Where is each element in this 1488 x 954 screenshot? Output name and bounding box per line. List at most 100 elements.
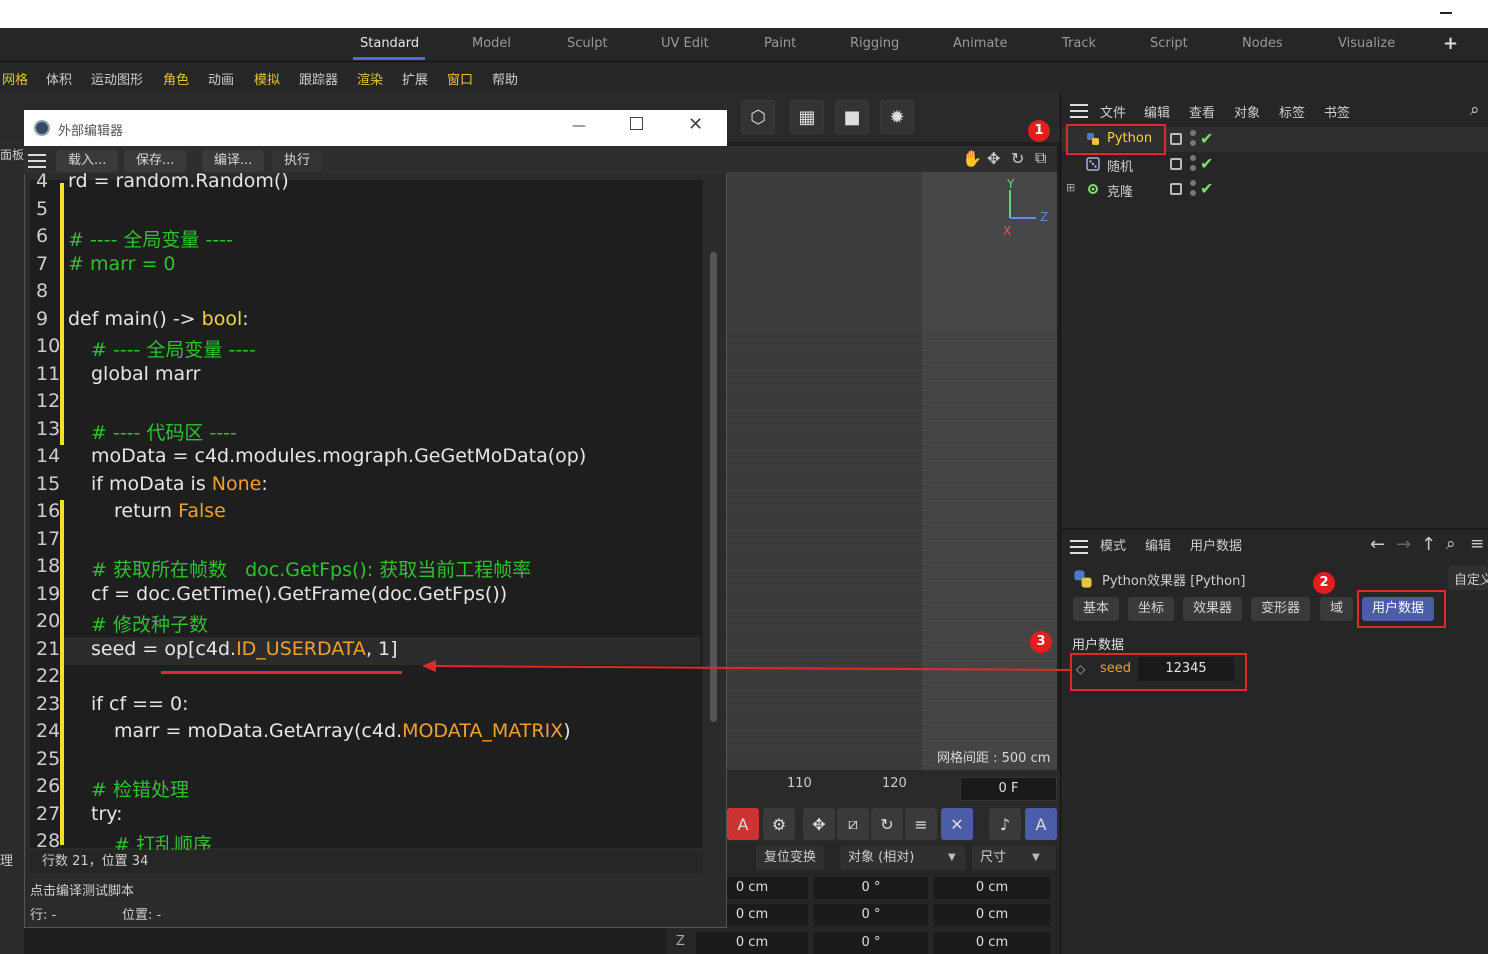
menu-help[interactable]: 帮助	[492, 69, 518, 88]
menu-render[interactable]: 渲染	[357, 69, 383, 88]
edit-visibility-icon[interactable]	[1170, 133, 1182, 145]
om-menu-bookmarks[interactable]: 书签	[1324, 102, 1350, 121]
attr-tab-basic[interactable]: 基本	[1073, 597, 1120, 621]
settings-gear-icon[interactable]: ⚙	[763, 808, 795, 840]
layout-tab-bar: Standard Model Sculpt UV Edit Paint Rigg…	[0, 28, 1488, 62]
attr-menu-userdata[interactable]: 用户数据	[1190, 535, 1242, 554]
menu-extensions[interactable]: 扩展	[402, 69, 428, 88]
tab-track[interactable]: Track	[1062, 36, 1096, 51]
position-z-field[interactable]: 0 cm	[696, 932, 808, 954]
rotate-key-icon[interactable]: ↻	[871, 808, 903, 840]
scale-key-icon[interactable]: ⧄	[837, 808, 869, 840]
search-icon[interactable]: ⌕	[1446, 534, 1456, 554]
rotation-b-field[interactable]: 0 °	[814, 932, 928, 954]
add-layout-icon[interactable]: +	[1443, 33, 1458, 54]
maximize-view-icon[interactable]: ⧉	[1035, 148, 1046, 168]
custom-button[interactable]: 自定义	[1448, 566, 1488, 590]
save-button[interactable]: 保存...	[124, 150, 187, 172]
reset-transform-button[interactable]: 复位变换	[756, 846, 825, 870]
line-number: 28	[36, 830, 61, 852]
om-menu-view[interactable]: 查看	[1189, 102, 1215, 121]
om-menu-tags[interactable]: 标签	[1279, 102, 1305, 121]
edit-visibility-icon[interactable]	[1170, 183, 1182, 195]
pan-icon[interactable]: ✋	[962, 149, 982, 168]
enabled-check-icon[interactable]: ✔	[1200, 154, 1213, 173]
timeline-tick-120: 120	[882, 776, 907, 791]
enabled-check-icon[interactable]: ✔	[1200, 129, 1213, 148]
object-row-cloner[interactable]: ⊞ 克隆 ✔	[1062, 177, 1488, 202]
minimize-icon[interactable]	[1440, 12, 1452, 14]
param-key-icon[interactable]: ≡	[905, 808, 937, 840]
filter-icon[interactable]: ≡	[1470, 534, 1484, 554]
line-number: 23	[36, 692, 61, 715]
size-y-field[interactable]: 0 cm	[934, 904, 1050, 926]
menu-simulate[interactable]: 模拟	[254, 69, 280, 88]
maximize-icon[interactable]	[630, 117, 643, 130]
attr-tab-coord[interactable]: 坐标	[1128, 597, 1175, 621]
rotation-h-field[interactable]: 0 °	[814, 877, 928, 899]
attr-menu-mode[interactable]: 模式	[1100, 535, 1126, 554]
size-mode-select[interactable]: 尺寸	[972, 846, 1056, 870]
expand-icon[interactable]: ⊞	[1066, 181, 1075, 194]
enabled-check-icon[interactable]: ✔	[1200, 179, 1213, 198]
visibility-dots-icon[interactable]	[1190, 180, 1196, 198]
visibility-dots-icon[interactable]	[1190, 155, 1196, 173]
tab-rigging[interactable]: Rigging	[850, 36, 899, 51]
deformer-icon[interactable]: ⬡	[741, 100, 775, 134]
up-arrow-icon[interactable]: ↑	[1421, 534, 1436, 555]
object-row-random[interactable]: 随机 ✔	[1062, 152, 1488, 177]
tab-model[interactable]: Model	[472, 36, 511, 51]
current-frame-field[interactable]: 0 F	[960, 777, 1057, 801]
size-x-field[interactable]: 0 cm	[934, 877, 1050, 899]
move-view-icon[interactable]: ✥	[987, 149, 1000, 168]
tab-script[interactable]: Script	[1150, 36, 1188, 51]
forward-arrow-icon[interactable]: →	[1396, 534, 1411, 555]
minimize-icon[interactable]: —	[572, 118, 586, 134]
size-z-field[interactable]: 0 cm	[934, 932, 1050, 954]
tab-standard[interactable]: Standard	[360, 36, 419, 51]
menu-volume[interactable]: 体积	[46, 69, 72, 88]
rotate-view-icon[interactable]: ↻	[1011, 149, 1024, 168]
back-arrow-icon[interactable]: ←	[1370, 534, 1385, 555]
close-icon[interactable]: ✕	[688, 114, 703, 135]
rotation-p-field[interactable]: 0 °	[814, 904, 928, 926]
load-button[interactable]: 载入...	[56, 150, 119, 172]
tab-nodes[interactable]: Nodes	[1242, 36, 1283, 51]
hamburger-menu-icon[interactable]	[28, 154, 46, 168]
attr-tab-deformer[interactable]: 变形器	[1251, 597, 1311, 621]
menu-character[interactable]: 角色	[163, 69, 189, 88]
compile-button[interactable]: 编译...	[202, 150, 265, 172]
search-icon[interactable]: ⌕	[1470, 100, 1480, 120]
tab-animate[interactable]: Animate	[953, 36, 1007, 51]
light-icon[interactable]: ✹	[880, 100, 914, 134]
tab-visualize[interactable]: Visualize	[1338, 36, 1395, 51]
tab-paint[interactable]: Paint	[764, 36, 796, 51]
attr-menu-edit[interactable]: 编辑	[1145, 535, 1171, 554]
playback-toolbar: A ⚙ ✥ ⧄ ↻ ≡ ✕ ♪ A	[727, 806, 1060, 842]
floor-grid-icon[interactable]: ▦	[790, 100, 824, 134]
attr-tab-fields[interactable]: 域	[1320, 597, 1354, 621]
menu-mesh[interactable]: 网格	[2, 69, 28, 88]
om-menu-objects[interactable]: 对象	[1234, 102, 1260, 121]
menu-window[interactable]: 窗口	[447, 69, 473, 88]
om-menu-edit[interactable]: 编辑	[1144, 102, 1170, 121]
menu-animate[interactable]: 动画	[208, 69, 234, 88]
visibility-dots-icon[interactable]	[1190, 130, 1196, 148]
om-menu-file[interactable]: 文件	[1100, 102, 1126, 121]
tab-uv-edit[interactable]: UV Edit	[661, 36, 709, 51]
point-level-icon[interactable]: ✕	[941, 808, 973, 840]
editor-scrollbar[interactable]	[710, 252, 717, 722]
menu-tracker[interactable]: 跟踪器	[299, 69, 338, 88]
hamburger-menu-icon[interactable]	[1070, 104, 1088, 118]
hamburger-menu-icon[interactable]	[1070, 540, 1088, 554]
camera-icon[interactable]: ■	[835, 100, 869, 134]
execute-button[interactable]: 执行	[272, 150, 323, 172]
move-key-icon[interactable]: ✥	[803, 808, 835, 840]
attr-tab-effector[interactable]: 效果器	[1183, 597, 1243, 621]
autokey-icon[interactable]: A	[727, 808, 759, 840]
timeline-mode-icon[interactable]: A	[1025, 808, 1057, 840]
sound-icon[interactable]: ♪	[989, 808, 1021, 840]
edit-visibility-icon[interactable]	[1170, 158, 1182, 170]
menu-mograph[interactable]: 运动图形	[91, 69, 143, 88]
tab-sculpt[interactable]: Sculpt	[567, 36, 608, 51]
